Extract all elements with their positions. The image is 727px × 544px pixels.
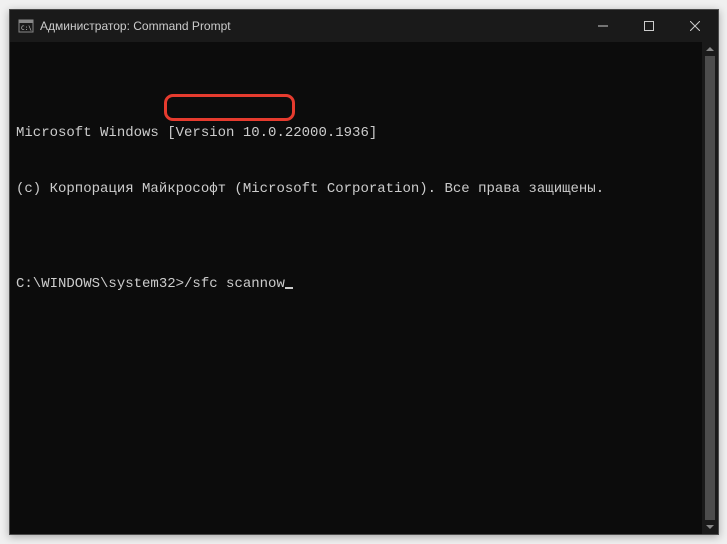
window-controls [580, 10, 718, 42]
output-line-version: Microsoft Windows [Version 10.0.22000.19… [16, 124, 714, 143]
cmd-icon: C:\ [18, 18, 34, 34]
maximize-button[interactable] [626, 10, 672, 42]
window-title: Администратор: Command Prompt [40, 19, 231, 33]
prompt-line: C:\WINDOWS\system32>/sfc scannow [16, 275, 714, 294]
scroll-up-arrow-icon[interactable] [702, 42, 718, 56]
terminal-area[interactable]: Microsoft Windows [Version 10.0.22000.19… [10, 42, 718, 534]
prompt-path: C:\WINDOWS\system32> [16, 275, 184, 294]
typed-command: /sfc scannow [184, 275, 285, 294]
text-cursor [285, 287, 293, 289]
vertical-scrollbar[interactable] [702, 42, 718, 534]
minimize-button[interactable] [580, 10, 626, 42]
titlebar[interactable]: C:\ Администратор: Command Prompt [10, 10, 718, 42]
terminal-content: Microsoft Windows [Version 10.0.22000.19… [16, 86, 714, 332]
close-button[interactable] [672, 10, 718, 42]
command-prompt-window: C:\ Администратор: Command Prompt Micros… [9, 9, 719, 535]
scroll-down-arrow-icon[interactable] [702, 520, 718, 534]
titlebar-left: C:\ Администратор: Command Prompt [10, 18, 231, 34]
scrollbar-thumb[interactable] [705, 56, 715, 520]
output-line-copyright: (c) Корпорация Майкрософт (Microsoft Cor… [16, 180, 714, 199]
svg-text:C:\: C:\ [21, 25, 32, 32]
